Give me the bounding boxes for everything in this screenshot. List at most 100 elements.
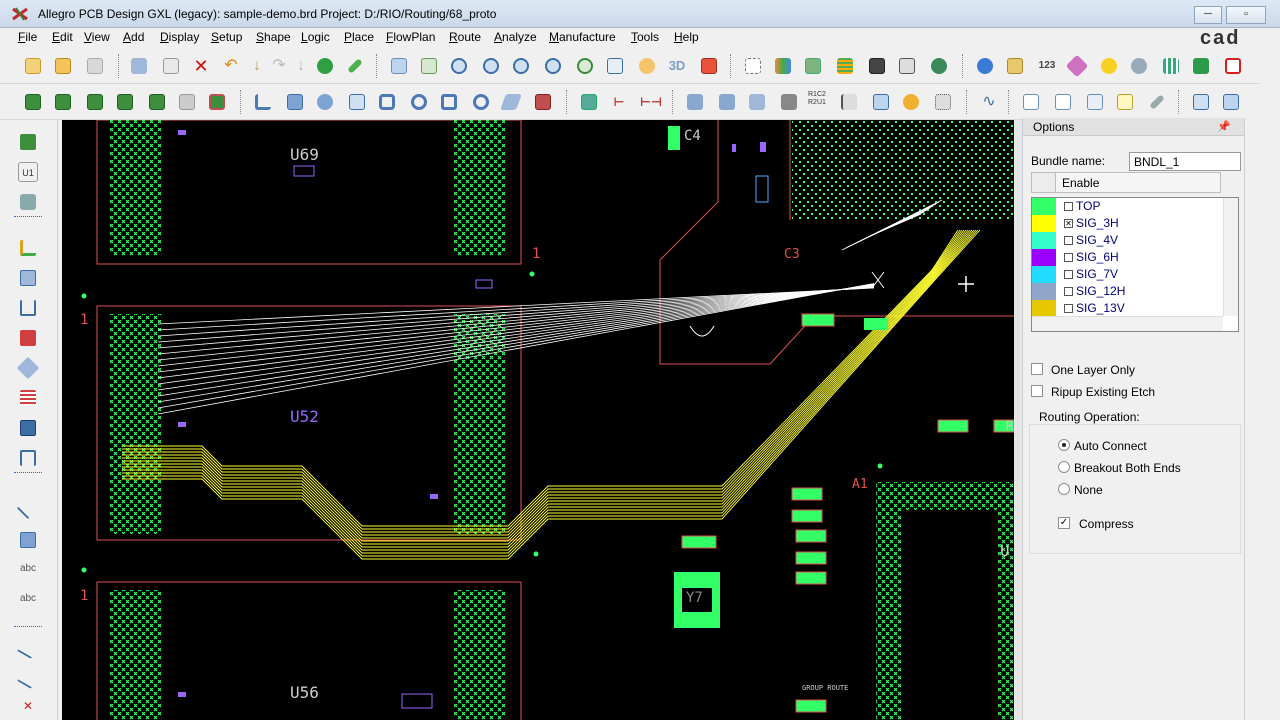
route-line-1-icon[interactable] <box>17 637 39 659</box>
menu-view[interactable]: View <box>84 30 110 44</box>
dimension-icon[interactable] <box>578 91 600 113</box>
camera-icon[interactable] <box>778 91 800 113</box>
minimize-button[interactable]: ─ <box>1194 6 1222 24</box>
stack-icon[interactable] <box>834 55 856 77</box>
report-icon[interactable] <box>1052 91 1074 113</box>
layers-icon[interactable] <box>802 55 824 77</box>
layer-row-sig4v[interactable]: SIG_4V <box>1032 232 1222 249</box>
stop-icon[interactable] <box>1222 55 1244 77</box>
move-icon[interactable] <box>128 55 150 77</box>
layer-row-sig12h[interactable]: SIG_12H <box>1032 283 1222 300</box>
add-line-icon[interactable] <box>16 496 40 520</box>
delete-icon[interactable]: ✕ <box>190 55 212 77</box>
cross-section-icon[interactable] <box>684 91 706 113</box>
board-via-icon[interactable] <box>146 91 168 113</box>
menu-logic[interactable]: Logic <box>301 30 330 44</box>
pcb-canvas[interactable]: U69 U52 U56 C4 A1 U Y7 GROUP ROUTE 1 1 1… <box>62 120 1014 720</box>
globe-icon[interactable] <box>928 55 950 77</box>
board-blank-icon[interactable] <box>176 91 198 113</box>
menu-route[interactable]: Route <box>449 30 481 44</box>
3d-view-icon[interactable]: 3D <box>666 55 688 77</box>
shadow-icon[interactable] <box>866 55 888 77</box>
hourglass-icon[interactable] <box>1190 55 1212 77</box>
pin-icon[interactable]: 📌 <box>1217 120 1231 133</box>
layer-row-sig13v[interactable]: SIG_13V <box>1032 300 1222 317</box>
arc-icon[interactable] <box>376 91 398 113</box>
breakout-both-ends-radio[interactable] <box>1058 461 1070 473</box>
menu-shape[interactable]: Shape <box>256 30 291 44</box>
board-top-icon[interactable] <box>52 91 74 113</box>
board-bottom-icon[interactable] <box>84 91 106 113</box>
menu-file[interactable]: File <box>18 30 37 44</box>
menu-place[interactable]: Place <box>344 30 374 44</box>
doc-icon[interactable] <box>1020 91 1042 113</box>
circle-icon[interactable] <box>314 91 336 113</box>
grid-toggle-icon[interactable] <box>742 55 764 77</box>
key-icon[interactable] <box>900 91 922 113</box>
tile-icon[interactable] <box>1220 91 1242 113</box>
pcb-board-drawing[interactable]: U69 U52 U56 C4 A1 U Y7 GROUP ROUTE 1 1 1… <box>62 120 1014 720</box>
enable-button[interactable]: Enable <box>1031 172 1221 193</box>
menu-help[interactable]: Help <box>674 30 699 44</box>
slide-icon[interactable] <box>18 268 38 288</box>
slant-icon[interactable] <box>500 91 522 113</box>
route-line-2-icon[interactable] <box>17 667 39 689</box>
place-package-icon[interactable] <box>18 192 38 212</box>
net-group-icon[interactable] <box>932 91 954 113</box>
matrix-icon[interactable] <box>870 91 892 113</box>
undo-down-icon[interactable]: ↓ <box>246 55 268 77</box>
window-icon[interactable] <box>1190 91 1212 113</box>
add-text-icon[interactable]: abc <box>18 560 38 580</box>
menu-tools[interactable]: Tools <box>631 30 659 44</box>
highlight-icon[interactable] <box>1098 55 1120 77</box>
bundle-icon[interactable] <box>18 388 38 408</box>
library-icon[interactable] <box>1160 55 1182 77</box>
spin-icon[interactable] <box>746 91 768 113</box>
menu-edit[interactable]: Edit <box>52 30 73 44</box>
select-icon[interactable] <box>346 91 368 113</box>
layer-checkbox[interactable] <box>1064 270 1073 279</box>
place-component-icon[interactable] <box>18 132 38 152</box>
dehighlight-icon[interactable] <box>1128 55 1150 77</box>
redraw-icon[interactable] <box>636 55 658 77</box>
save-icon[interactable] <box>84 55 106 77</box>
zoom-in-icon[interactable] <box>510 55 532 77</box>
auto-connect-radio[interactable] <box>1058 439 1070 451</box>
menu-manufacture[interactable]: Manufacture <box>549 30 616 44</box>
horizontal-dim-icon[interactable]: ⊢⊣ <box>640 91 662 113</box>
layer-checkbox[interactable] <box>1064 202 1073 211</box>
board-all-icon[interactable] <box>206 91 228 113</box>
redo-icon[interactable]: ↷ <box>268 55 290 77</box>
pin-icon[interactable] <box>344 55 366 77</box>
menu-analyze[interactable]: Analyze <box>494 30 537 44</box>
place-u1-icon[interactable]: U1 <box>18 162 38 182</box>
vertical-dim-icon[interactable]: ⊢ <box>608 91 630 113</box>
delete-route-icon[interactable]: ✕ <box>18 696 38 716</box>
layer-row-sig6h[interactable]: SIG_6H <box>1032 249 1222 266</box>
stipple-icon[interactable] <box>896 55 918 77</box>
measure-icon[interactable]: 123 <box>1036 55 1058 77</box>
layer-checkbox[interactable] <box>1064 304 1073 313</box>
maximize-button[interactable]: ▫ <box>1226 6 1266 24</box>
layer-row-top[interactable]: TOP <box>1032 198 1222 215</box>
flip-view-icon[interactable] <box>698 55 720 77</box>
edit-text-icon[interactable]: abc <box>18 590 38 610</box>
mirror-icon[interactable] <box>716 91 738 113</box>
bundle-name-input[interactable] <box>1129 152 1241 171</box>
gear-report-icon[interactable] <box>1084 91 1106 113</box>
grid-snap-icon[interactable] <box>388 55 410 77</box>
layer-list-vertical-scrollbar[interactable] <box>1223 198 1238 316</box>
add-connect-tool-icon[interactable] <box>18 238 38 258</box>
chip-icon[interactable] <box>532 91 554 113</box>
meander-icon[interactable] <box>18 448 38 468</box>
undo-icon[interactable]: ↶ <box>220 55 242 77</box>
waveform-icon[interactable]: ∿ <box>978 91 1000 113</box>
layer-checkbox[interactable] <box>1064 236 1073 245</box>
refdes-icon[interactable]: R1C2 R2U1 <box>808 91 830 113</box>
line-step-icon[interactable] <box>252 91 274 113</box>
zoom-previous-icon[interactable] <box>574 55 596 77</box>
zoom-fit-icon[interactable] <box>448 55 470 77</box>
layer-checkbox[interactable] <box>1064 287 1073 296</box>
layer-checkbox[interactable]: ✕ <box>1064 219 1073 228</box>
open-file-icon[interactable] <box>52 55 74 77</box>
